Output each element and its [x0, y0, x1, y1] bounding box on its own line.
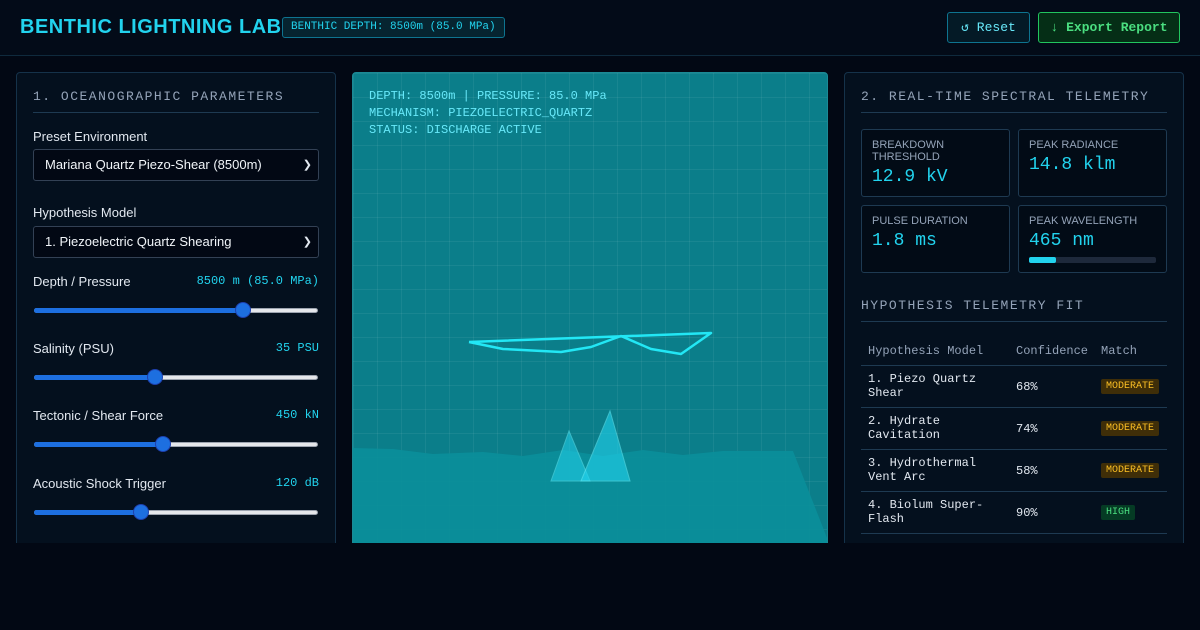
slider-fill	[34, 442, 163, 447]
app-title: BENTHIC LIGHTNING LAB	[20, 16, 282, 38]
metric-peak-radiance: PEAK RADIANCE 14.8 klm	[1018, 129, 1167, 197]
depth-pressure-label: Depth / Pressure	[33, 274, 131, 289]
table-row[interactable]: 2. Hydrate Cavitation 74% MODERATE	[861, 408, 1167, 450]
lightning-bolt	[468, 331, 713, 356]
viz-status-overlay: DEPTH: 8500m | PRESSURE: 85.0 MPa MECHAN…	[369, 88, 607, 139]
metric-label: PEAK WAVELENGTH	[1029, 215, 1138, 227]
salinity-label: Salinity (PSU)	[33, 341, 114, 356]
acoustic-shock-slider[interactable]	[34, 504, 318, 520]
depth-pressure-slider[interactable]	[34, 302, 318, 318]
metric-value: 14.8 klm	[1029, 155, 1116, 175]
chevron-down-icon: ❯	[302, 236, 312, 248]
spectral-telemetry-panel: 2. REAL-TIME SPECTRAL TELEMETRY BREAKDOW…	[844, 72, 1184, 572]
oceanographic-parameters-panel: 1. OCEANOGRAPHIC PARAMETERS Preset Envir…	[16, 72, 336, 572]
lower-viewport-background	[0, 543, 1200, 630]
salinity-slider[interactable]	[34, 369, 318, 385]
slider-fill	[34, 308, 243, 313]
metric-label: PULSE DURATION	[872, 215, 968, 227]
metric-pulse-duration: PULSE DURATION 1.8 ms	[861, 205, 1010, 273]
preset-environment-label: Preset Environment	[33, 129, 148, 144]
cell-model: 2. Hydrate Cavitation	[868, 414, 941, 442]
hypothesis-model-select[interactable]: 1. Piezoelectric Quartz Shearing ❯	[33, 226, 319, 258]
viz-mechanism-line: MECHANISM: PIEZOELECTRIC_QUARTZ	[369, 106, 593, 120]
table-row[interactable]: 1. Piezo Quartz Shear 68% MODERATE	[861, 366, 1167, 408]
panel-heading: 1. OCEANOGRAPHIC PARAMETERS	[33, 89, 319, 113]
salinity-value: 35 PSU	[275, 341, 319, 355]
slider-thumb[interactable]	[235, 302, 251, 318]
acoustic-shock-value: 120 dB	[275, 476, 319, 490]
column-header-model: Hypothesis Model	[868, 344, 984, 358]
quartz-crystal-right	[580, 409, 631, 482]
match-badge: MODERATE	[1101, 463, 1160, 478]
cell-confidence: 90%	[1016, 506, 1038, 520]
column-header-confidence: Confidence	[1016, 344, 1089, 358]
cell-model: 4. Biolum Super-Flash	[868, 498, 984, 526]
app-header: BENTHIC LIGHTNING LAB BENTHIC DEPTH: 850…	[0, 0, 1200, 56]
shear-force-label: Tectonic / Shear Force	[33, 408, 164, 423]
metric-breakdown-threshold: BREAKDOWN THRESHOLD 12.9 kV	[861, 129, 1010, 197]
preset-environment-value: Mariana Quartz Piezo-Shear (8500m)	[45, 157, 262, 172]
shear-force-slider[interactable]	[34, 436, 318, 452]
cell-confidence: 68%	[1016, 380, 1038, 394]
depth-pressure-value: 8500 m (85.0 MPa)	[196, 274, 319, 288]
preset-environment-select[interactable]: Mariana Quartz Piezo-Shear (8500m) ❯	[33, 149, 319, 181]
panel-heading: 2. REAL-TIME SPECTRAL TELEMETRY	[861, 89, 1167, 113]
acoustic-shock-label: Acoustic Shock Trigger	[33, 476, 166, 491]
slider-thumb[interactable]	[133, 504, 149, 520]
viz-depth-line: DEPTH: 8500m | PRESSURE: 85.0 MPa	[369, 89, 607, 103]
metric-value: 465 nm	[1029, 231, 1094, 251]
cell-model: 1. Piezo Quartz Shear	[868, 372, 977, 400]
table-row[interactable]: 3. Hydrothermal Vent Arc 58% MODERATE	[861, 450, 1167, 492]
cell-model: 3. Hydrothermal Vent Arc	[868, 456, 977, 484]
wavelength-bar	[1029, 257, 1156, 263]
match-badge: HIGH	[1101, 505, 1136, 520]
match-badge: MODERATE	[1101, 379, 1160, 394]
metric-label: PEAK RADIANCE	[1029, 139, 1119, 151]
wavelength-bar-fill	[1029, 257, 1056, 263]
slider-fill	[34, 510, 141, 515]
hypothesis-model-label: Hypothesis Model	[33, 205, 137, 220]
telemetry-fit-heading: HYPOTHESIS TELEMETRY FIT	[861, 298, 1167, 322]
metric-value: 1.8 ms	[872, 231, 937, 251]
metric-label: BREAKDOWN THRESHOLD	[872, 139, 945, 163]
slider-thumb[interactable]	[147, 369, 163, 385]
cell-confidence: 74%	[1016, 422, 1038, 436]
slider-fill	[34, 375, 155, 380]
viz-scene	[353, 331, 827, 571]
reset-button[interactable]: ↺ Reset	[947, 12, 1030, 43]
column-header-match: Match	[1101, 344, 1138, 358]
export-report-button[interactable]: ↓ Export Report	[1038, 12, 1180, 43]
slider-thumb[interactable]	[155, 436, 171, 452]
chevron-down-icon: ❯	[302, 159, 312, 171]
table-row[interactable]: 4. Biolum Super-Flash 90% HIGH	[861, 492, 1167, 534]
metric-peak-wavelength: PEAK WAVELENGTH 465 nm	[1018, 205, 1167, 273]
metric-value: 12.9 kV	[872, 167, 948, 187]
shear-force-value: 450 kN	[275, 408, 319, 422]
depth-badge: BENTHIC DEPTH: 8500m (85.0 MPa)	[282, 17, 505, 38]
viz-status-line: STATUS: DISCHARGE ACTIVE	[369, 123, 542, 137]
match-badge: MODERATE	[1101, 421, 1160, 436]
discharge-visualization[interactable]: DEPTH: 8500m | PRESSURE: 85.0 MPa MECHAN…	[352, 72, 828, 572]
hypothesis-model-value: 1. Piezoelectric Quartz Shearing	[45, 234, 232, 249]
cell-confidence: 58%	[1016, 464, 1038, 478]
